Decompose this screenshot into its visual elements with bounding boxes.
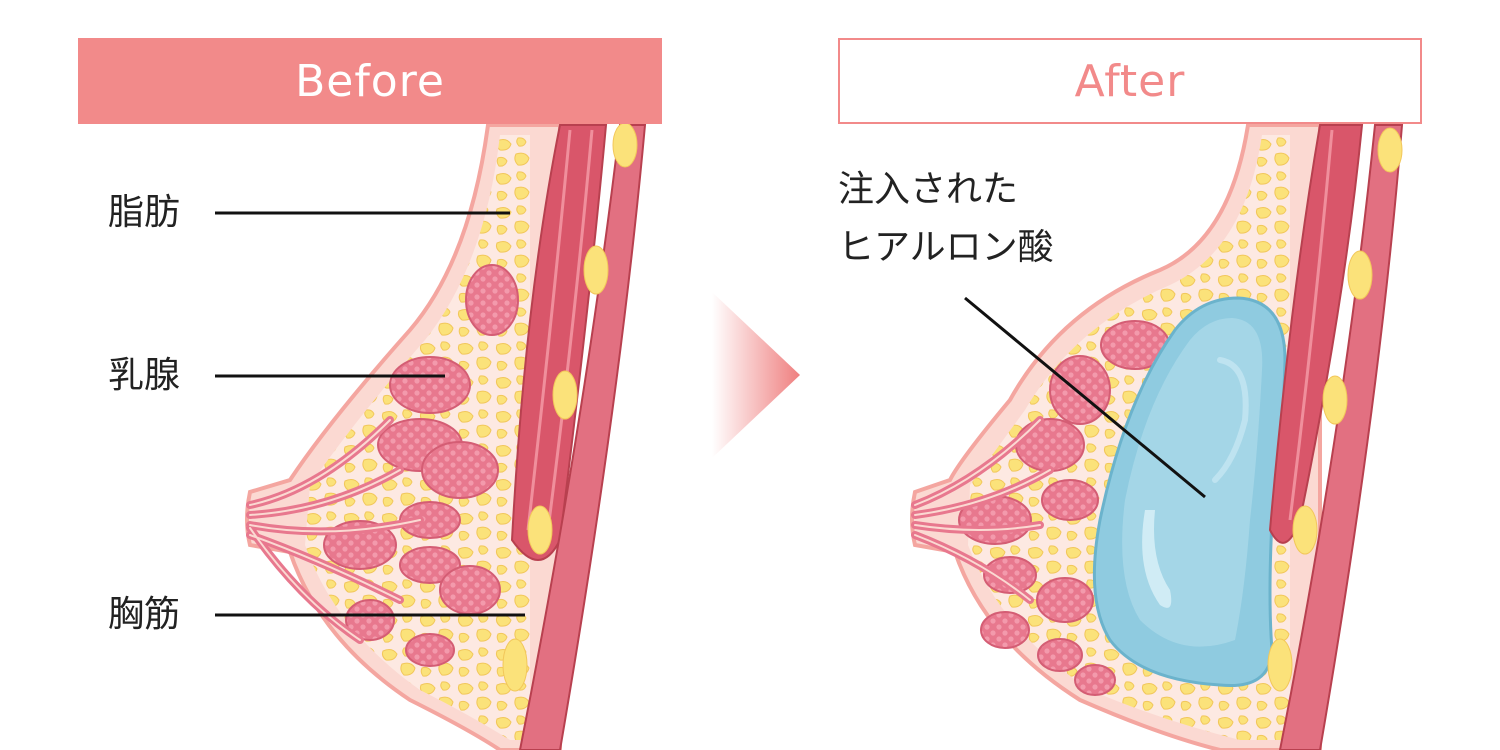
injected-label-line2: ヒアルロン酸 [838, 227, 1054, 268]
before-illustration [245, 122, 647, 750]
pectoral-muscle-label: 胸筋 [108, 594, 181, 635]
after-header: After [838, 38, 1422, 124]
before-after-arrow [712, 292, 800, 458]
after-illustration [910, 123, 1404, 750]
injected-label-line1: 注入された [838, 169, 1019, 210]
mammary-gland-label: 乳腺 [108, 355, 181, 396]
fat-label: 脂肪 [108, 192, 181, 233]
before-header: Before [78, 38, 662, 124]
